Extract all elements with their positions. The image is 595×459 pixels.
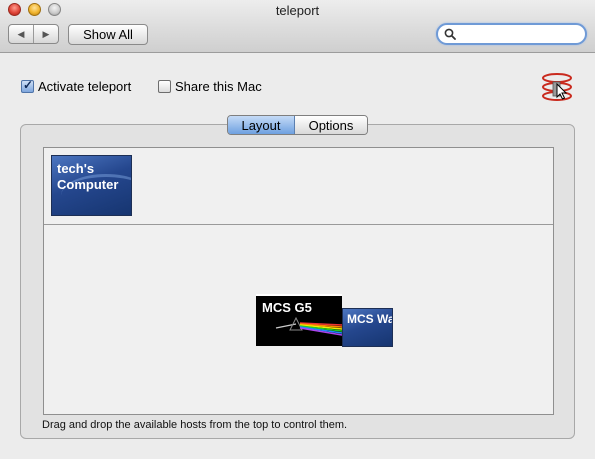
layout-pane: tech's Computer MCS G5 MCS Wallst xyxy=(43,147,554,415)
search-input[interactable] xyxy=(458,26,582,44)
title-bar: teleport ◀ ▶ Show All xyxy=(0,0,595,53)
share-mac-label: Share this Mac xyxy=(175,79,262,94)
search-icon xyxy=(444,28,456,40)
share-mac-option[interactable]: Share this Mac xyxy=(158,79,262,94)
host-label: MCS G5 xyxy=(262,300,312,315)
activate-teleport-checkbox[interactable]: ✓ xyxy=(21,78,34,93)
prism-wallpaper-icon xyxy=(275,316,342,336)
tab-layout[interactable]: Layout xyxy=(228,116,295,134)
forward-button[interactable]: ▶ xyxy=(33,25,58,43)
drag-drop-hint: Drag and drop the available hosts from t… xyxy=(42,419,348,431)
tab-bar: Layout Options xyxy=(227,115,368,135)
arranged-host-mcs-g5[interactable]: MCS G5 xyxy=(256,294,342,346)
host-label: tech's Computer xyxy=(57,161,119,192)
teleport-rings-icon xyxy=(542,73,572,101)
available-host-techs-computer[interactable]: tech's Computer xyxy=(51,155,132,216)
share-mac-checkbox[interactable] xyxy=(158,80,171,93)
teleport-preferences-window: teleport ◀ ▶ Show All ✓ Activate telepor… xyxy=(0,0,595,459)
arranged-host-mcs-wallst[interactable]: MCS Wallst xyxy=(342,308,393,347)
host-label: MCS Wallst xyxy=(347,312,392,326)
activate-teleport-label: Activate teleport xyxy=(38,79,132,94)
search-field[interactable] xyxy=(436,23,587,45)
back-arrow-icon: ◀ xyxy=(17,28,25,39)
show-all-button[interactable]: Show All xyxy=(68,24,148,45)
back-button[interactable]: ◀ xyxy=(9,25,33,43)
tab-options[interactable]: Options xyxy=(295,116,367,134)
checkmark-icon: ✓ xyxy=(23,78,34,92)
forward-arrow-icon: ▶ xyxy=(42,28,50,39)
activate-teleport-option[interactable]: ✓ Activate teleport xyxy=(21,78,132,94)
hosts-divider xyxy=(44,224,553,225)
back-forward-control: ◀ ▶ xyxy=(8,24,59,44)
window-title: teleport xyxy=(275,3,320,18)
